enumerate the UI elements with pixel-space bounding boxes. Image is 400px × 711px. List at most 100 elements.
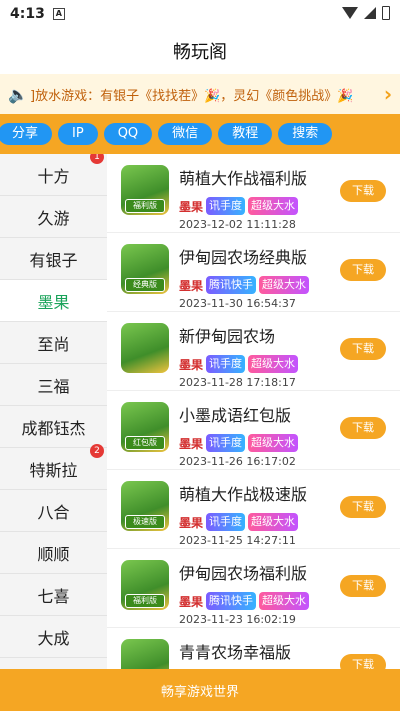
platform-chip: 腾讯快手 (206, 276, 257, 294)
sidebar-item-10[interactable]: 七喜 (0, 574, 107, 616)
sidebar-item-label: 特斯拉 (29, 460, 78, 480)
announcement-ticker[interactable]: 🔈 ]放水游戏：有银子《找找茬》🎉，灵幻《颜色挑战》🎉 › (0, 74, 400, 114)
sidebar-item-label: 成都钰杰 (21, 418, 86, 438)
brand-label: 墨果 (179, 594, 204, 609)
sidebar-item-7[interactable]: 特斯拉 2 (0, 444, 107, 490)
game-row[interactable]: 福利版 伊甸园农场福利版 墨果 腾讯快手 超级大水 2023-11-23 16:02:19… (107, 549, 400, 628)
sidebar-item-4[interactable]: 至尚 (0, 322, 107, 364)
sidebar-item-label: 十方 (37, 166, 70, 186)
reward-chip: 超级大水 (248, 355, 299, 373)
category-sidebar: 十方 1 久游有银子墨果至尚三福成都钰杰特斯拉 2 八合顺顺七喜大成 (0, 154, 107, 669)
brand-label: 墨果 (179, 515, 204, 530)
platform-chip: 讯手度 (206, 513, 246, 531)
sidebar-item-5[interactable]: 三福 (0, 364, 107, 406)
game-tags: 墨果 讯手度 超级大水 (179, 197, 299, 215)
download-button[interactable]: 下载 (340, 575, 386, 597)
reward-chip: 超级大水 (259, 592, 310, 610)
game-thumbnail (121, 323, 169, 373)
game-thumbnail: 红包版 (121, 402, 169, 452)
platform-chip: 讯手度 (206, 434, 246, 452)
sidebar-item-8[interactable]: 八合 (0, 490, 107, 532)
status-time: 4:13 (10, 6, 45, 22)
sidebar-item-1[interactable]: 久游 (0, 196, 107, 238)
tab-0[interactable]: 分享 (0, 123, 53, 145)
reward-chip: 超级大水 (248, 434, 299, 452)
brand-label: 墨果 (179, 199, 204, 214)
platform-chip: 讯手度 (206, 197, 246, 215)
sidebar-item-label: 墨果 (37, 292, 70, 312)
brand-label: 墨果 (179, 278, 204, 293)
page-title: 畅玩阁 (173, 42, 227, 63)
game-date: 2023-11-28 17:18:17 (179, 376, 296, 389)
signal-icon (364, 7, 376, 19)
sidebar-item-label: 至尚 (37, 334, 70, 354)
footer-banner: 畅享游戏世界 (0, 669, 400, 711)
chevron-right-icon[interactable]: › (376, 82, 400, 106)
game-thumbnail: 极速版 (121, 481, 169, 531)
sidebar-item-6[interactable]: 成都钰杰 (0, 406, 107, 448)
game-row[interactable]: 红包版 小墨成语红包版 墨果 讯手度 超级大水 2023-11-26 16:17:02 下载 (107, 391, 400, 470)
game-thumbnail: 福利版 (121, 165, 169, 215)
game-name: 新伊甸园农场 (179, 327, 276, 346)
game-thumbnail (121, 639, 169, 669)
ticker-text: ]放水游戏：有银子《找找茬》🎉，灵幻《颜色挑战》🎉 (30, 88, 354, 104)
game-date: 2023-11-26 16:17:02 (179, 455, 296, 468)
download-button[interactable]: 下载 (340, 180, 386, 202)
game-date: 2023-11-23 16:02:19 (179, 613, 296, 626)
brand-label: 墨果 (179, 357, 204, 372)
platform-chip: 讯手度 (206, 355, 246, 373)
sidebar-item-label: 大成 (37, 628, 70, 648)
game-date: 2023-11-25 14:27:11 (179, 534, 296, 547)
notification-badge: 1 (90, 154, 104, 164)
tab-5[interactable]: 搜索 (278, 123, 333, 145)
sidebar-item-2[interactable]: 有银子 (0, 238, 107, 280)
game-tags: 墨果 讯手度 超级大水 (179, 513, 299, 531)
download-button[interactable]: 下载 (340, 259, 386, 281)
tab-1[interactable]: IP (58, 123, 98, 145)
sidebar-item-3[interactable]: 墨果 (0, 280, 107, 322)
game-name: 伊甸园农场经典版 (179, 248, 308, 267)
thumbnail-tag: 福利版 (125, 199, 165, 213)
thumbnail-tag: 红包版 (125, 436, 165, 450)
game-tags: 墨果 腾讯快手 超级大水 (179, 592, 310, 610)
game-tags: 墨果 讯手度 超级大水 (179, 434, 299, 452)
sidebar-item-label: 七喜 (37, 586, 70, 606)
game-date: 2023-11-30 16:54:37 (179, 297, 296, 310)
platform-chip: 腾讯快手 (206, 592, 257, 610)
sidebar-item-label: 三福 (37, 376, 70, 396)
game-name: 青青农场幸福版 (179, 643, 292, 662)
wifi-icon (342, 7, 358, 19)
download-button[interactable]: 下载 (340, 496, 386, 518)
brand-label: 墨果 (179, 436, 204, 451)
sidebar-item-11[interactable]: 大成 (0, 616, 107, 658)
game-row[interactable]: 福利版 萌植大作战福利版 墨果 讯手度 超级大水 2023-12-02 11:11:28 下… (107, 154, 400, 233)
game-row[interactable]: 新伊甸园农场墨果 讯手度 超级大水 2023-11-28 17:18:17 下载 (107, 312, 400, 391)
thumbnail-tag: 福利版 (125, 594, 165, 608)
game-tags: 墨果 讯手度 超级大水 (179, 355, 299, 373)
tab-2[interactable]: QQ (103, 123, 153, 145)
game-thumbnail: 经典版 (121, 244, 169, 294)
game-row[interactable]: 极速版 萌植大作战极速版 墨果 讯手度 超级大水 2023-11-25 14:27:11 下… (107, 470, 400, 549)
download-button[interactable]: 下载 (340, 417, 386, 439)
game-name: 萌植大作战福利版 (179, 169, 308, 188)
speaker-icon: 🔈 (8, 84, 28, 104)
sidebar-item-0[interactable]: 十方 1 (0, 154, 107, 196)
status-icons (342, 6, 390, 20)
thumbnail-tag: 经典版 (125, 278, 165, 292)
game-name: 伊甸园农场福利版 (179, 564, 308, 583)
sidebar-item-label: 顺顺 (37, 544, 70, 564)
game-thumbnail: 福利版 (121, 560, 169, 610)
game-row[interactable]: 经典版 伊甸园农场经典版 墨果 腾讯快手 超级大水 2023-11-30 16:54:37… (107, 233, 400, 312)
sidebar-item-9[interactable]: 顺顺 (0, 532, 107, 574)
download-button[interactable]: 下载 (340, 654, 386, 669)
game-tags: 墨果 腾讯快手 超级大水 (179, 276, 310, 294)
tab-4[interactable]: 教程 (218, 123, 273, 145)
game-row[interactable]: 青青农场幸福版墨果讯手度超级大水下载 (107, 628, 400, 669)
battery-icon (382, 6, 390, 20)
reward-chip: 超级大水 (248, 197, 299, 215)
tab-3[interactable]: 微信 (158, 123, 213, 145)
reward-chip: 超级大水 (248, 513, 299, 531)
sidebar-item-label: 久游 (37, 208, 70, 228)
download-button[interactable]: 下载 (340, 338, 386, 360)
sidebar-item-label: 八合 (37, 502, 70, 522)
